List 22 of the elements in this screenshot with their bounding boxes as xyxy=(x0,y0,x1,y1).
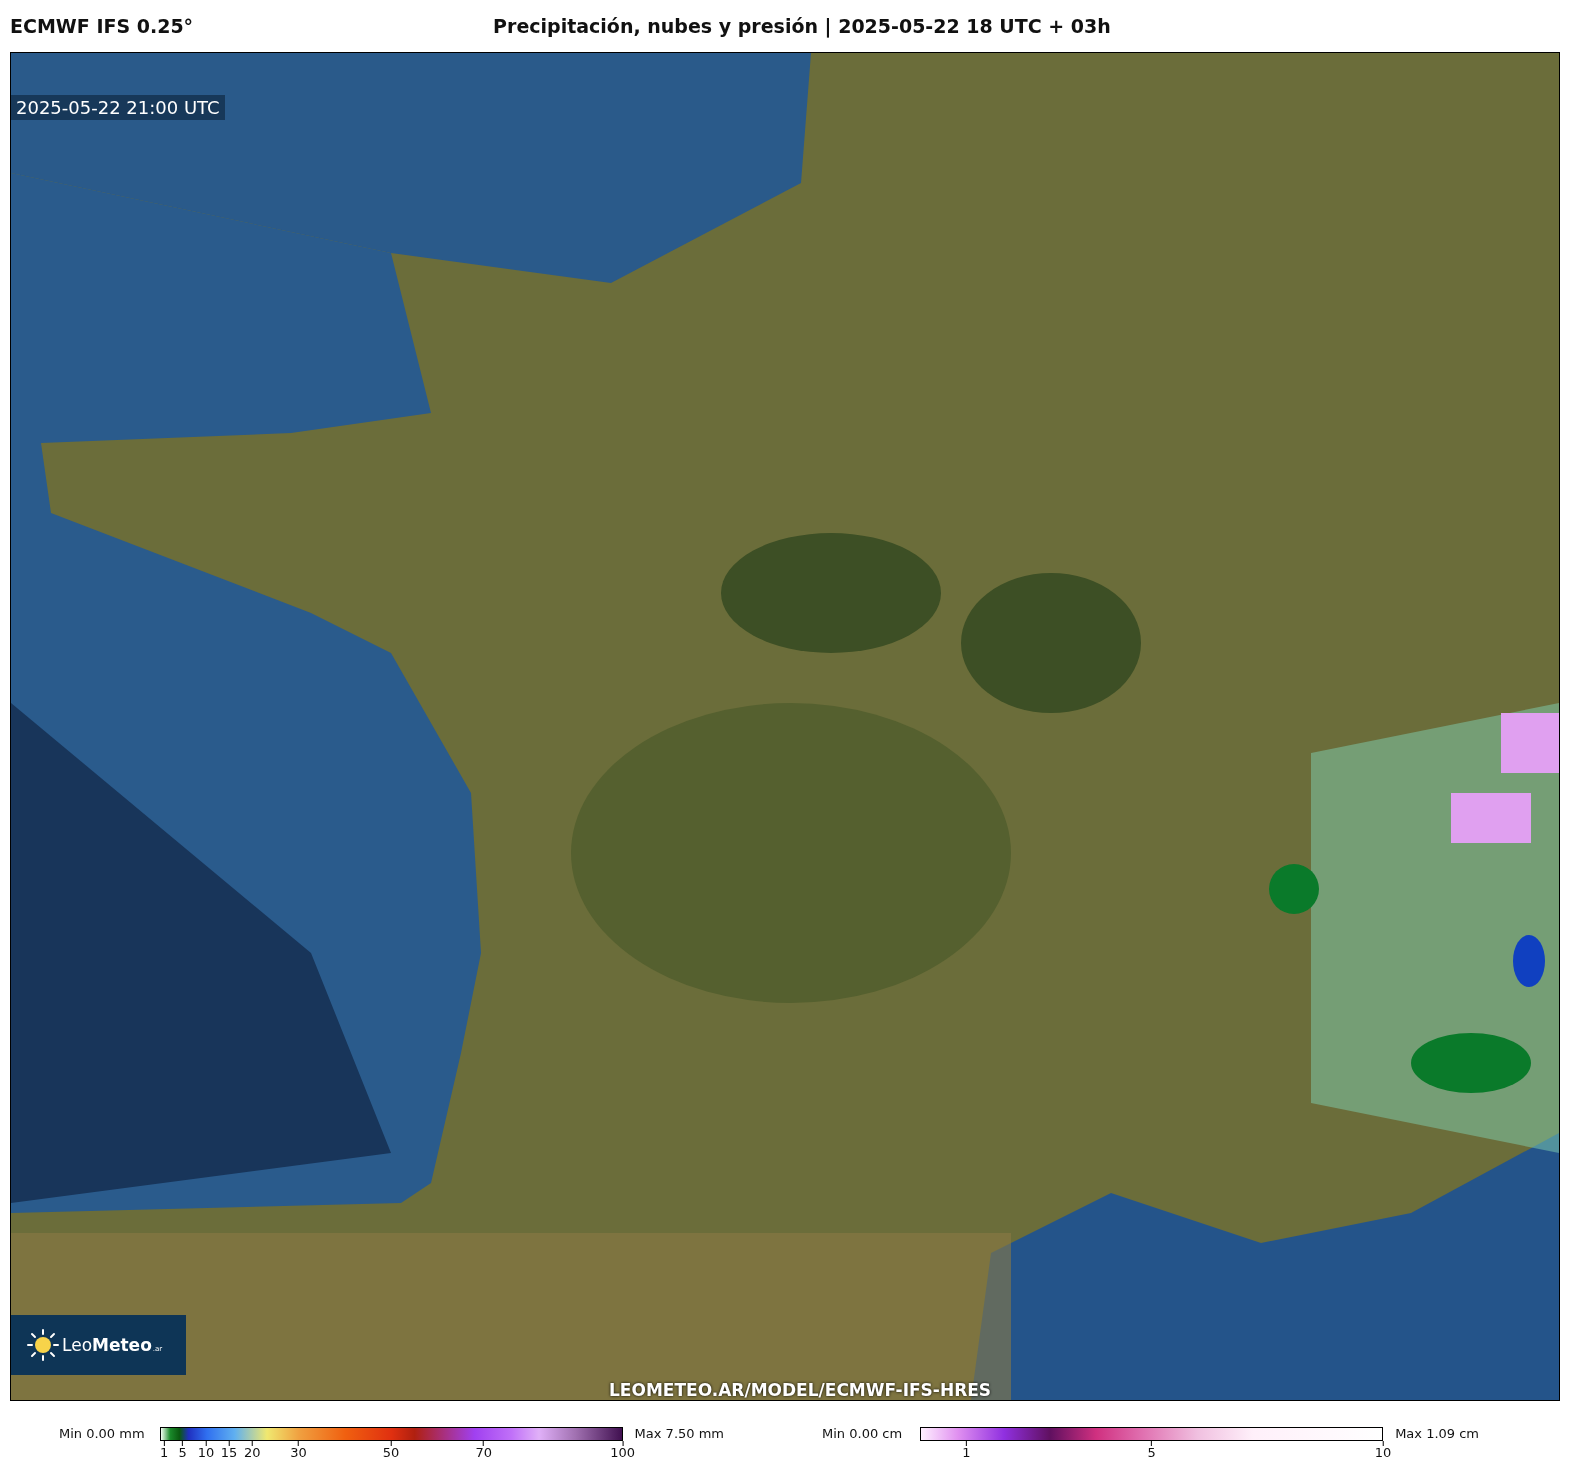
tick-label: 70 xyxy=(475,1446,492,1460)
model-name: ECMWF IFS 0.25° xyxy=(10,15,194,37)
tick-label: 50 xyxy=(382,1446,400,1460)
logo-text: LeoMeteo xyxy=(62,1335,152,1355)
legend-max: Max 7.50 mm xyxy=(634,1427,725,1441)
tick-label: 100 xyxy=(610,1446,635,1460)
credit-text: LEOMETEO.AR/MODEL/ECMWF-IFS-HRES xyxy=(609,1380,992,1400)
tick-label: 20 xyxy=(243,1446,261,1460)
map-timestamp: 2025-05-22 21:00 UTC xyxy=(11,95,225,120)
sun-icon xyxy=(27,1329,59,1361)
tick-label: 30 xyxy=(290,1446,307,1460)
chart-title: Precipitación, nubes y presión | 2025-05-22 18 UTC + 03h xyxy=(493,15,1111,37)
legend-max: Max 1.09 cm xyxy=(1395,1427,1480,1441)
tick-label: 5 xyxy=(1147,1446,1156,1460)
tick-label: 15 xyxy=(220,1446,238,1460)
legend-min: Min 0.00 mm xyxy=(59,1427,145,1441)
tick-label: 1 xyxy=(160,1446,169,1460)
tick-label: 5 xyxy=(178,1446,187,1460)
tick-label: 1 xyxy=(962,1446,971,1460)
tick-label: 10 xyxy=(1374,1446,1392,1460)
tick-label: 10 xyxy=(197,1446,215,1460)
legend-min: Min 0.00 cm xyxy=(822,1427,903,1441)
